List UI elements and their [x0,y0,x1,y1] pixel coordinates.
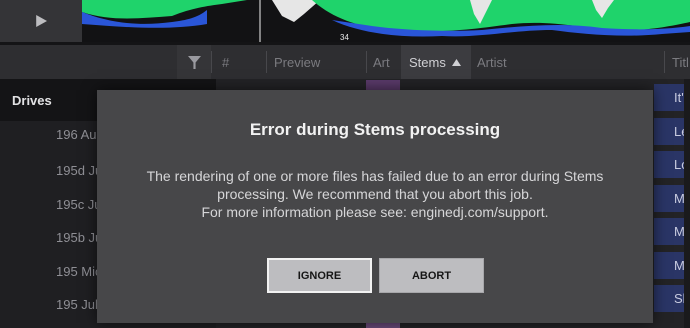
waveform-graphic [82,0,690,42]
play-button[interactable] [0,0,82,42]
dialog-title: Error during Stems processing [249,120,501,139]
player-bar: 34 [0,0,690,45]
waveform-display[interactable]: 34 [82,0,690,42]
album-art-thumb [366,323,400,328]
dialog-message-line: The rendering of one or more files has f… [146,168,604,184]
filter-icon [187,55,201,69]
column-stems[interactable]: Stems [401,45,471,79]
sidebar-item-playlist[interactable]: 196 Au [56,127,97,142]
column-divider [266,51,267,73]
filter-button[interactable] [177,45,211,79]
abort-button[interactable]: ABORT [379,258,484,293]
album-art-thumb [366,80,400,90]
column-title[interactable]: Titl [672,45,689,79]
play-icon [36,15,47,27]
library-column-header: # Preview Art Stems Artist Titl [0,45,690,80]
sidebar-item-playlist[interactable]: 195b Ju [56,230,102,245]
dialog-message-line: For more information please see: engined… [201,204,549,220]
column-art[interactable]: Art [373,45,390,79]
column-divider [366,51,367,73]
ignore-button[interactable]: IGNORE [267,258,372,293]
table-scrollbar[interactable] [684,79,690,328]
sort-ascending-icon [451,58,461,66]
column-stems-label: Stems [409,54,446,70]
dialog-message-line: processing. We recommend that you abort … [217,186,533,202]
sidebar-item-playlist[interactable]: 195c Ju [56,197,102,212]
column-number[interactable]: # [222,45,229,79]
dialog-message: The rendering of one or more files has f… [117,167,633,221]
column-divider [664,51,665,73]
waveform-marker-label: 34 [340,33,349,42]
sidebar-item-playlist[interactable]: 195 Mic [56,264,102,279]
column-divider [211,51,212,73]
sidebar-item-playlist[interactable]: 195d Ju [56,163,102,178]
error-dialog: Error during Stems processing The render… [97,90,653,323]
column-artist[interactable]: Artist [477,45,507,79]
sidebar-item-playlist[interactable]: 195 Jul [56,297,98,312]
column-preview[interactable]: Preview [274,45,320,79]
